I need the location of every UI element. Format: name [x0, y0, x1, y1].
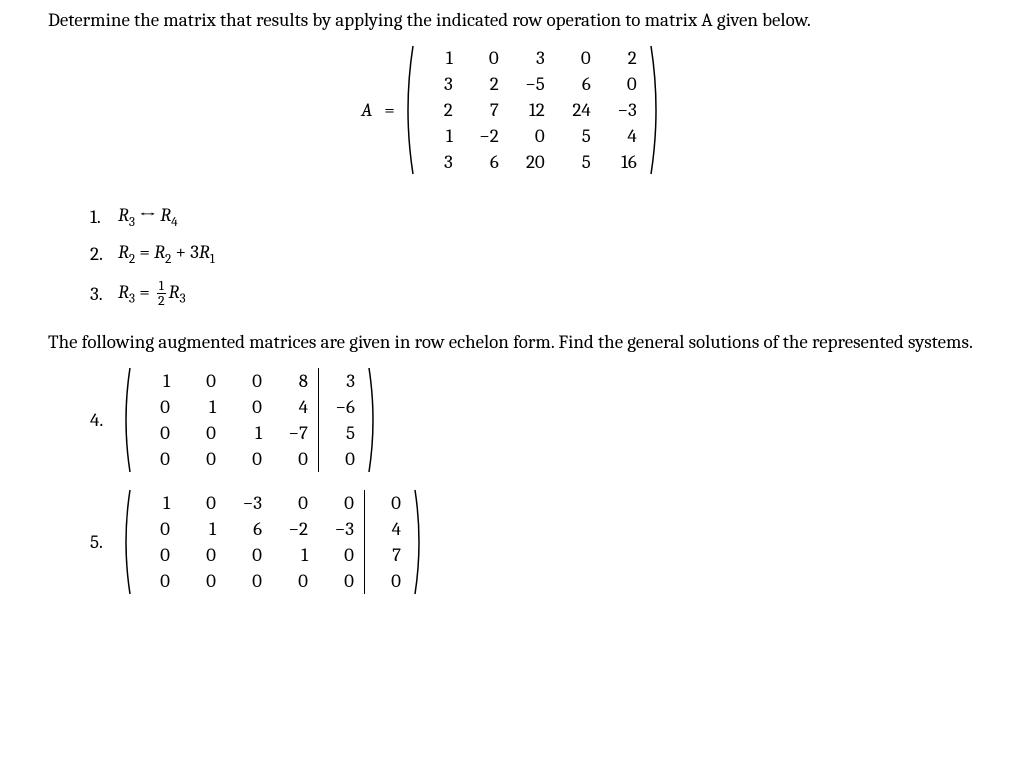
equals-sign: =: [384, 99, 395, 121]
row-op-3: 3. R3 = 12R3: [90, 279, 976, 308]
right-paren-icon: [413, 488, 425, 596]
prompt-augmented: The following augmented matrices are giv…: [48, 330, 976, 356]
prompt-row-op: Determine the matrix that results by app…: [48, 8, 976, 34]
left-paren-icon: [401, 44, 415, 176]
matrix-A-block: A = 10302 32−560 271224−3 1−2054 3620516: [48, 44, 976, 176]
left-paren-icon: [120, 366, 132, 474]
matrix-A-label: A: [361, 99, 372, 121]
row-op-list: 1. R3 ↔ R4 2. R2 = R2 + 3R1 3. R3 = 12R3: [90, 204, 976, 309]
row-op-1: 1. R3 ↔ R4: [90, 204, 976, 230]
matrix-q5: 10−3000 016−2−34 000107 000000: [134, 490, 411, 594]
right-paren-icon: [649, 44, 663, 176]
right-paren-icon: [367, 366, 379, 474]
matrix-A: 10302 32−560 271224−3 1−2054 3620516: [417, 45, 647, 175]
row-op-2: 2. R2 = R2 + 3R1: [90, 241, 976, 267]
matrix-q4: 10083 0104−6 001−75 00000: [134, 368, 365, 472]
question-5: 5. 10−3000 016−2−34 000107 000000: [90, 488, 976, 596]
question-4: 4. 10083 0104−6 001−75 00000: [90, 366, 976, 474]
left-paren-icon: [120, 488, 132, 596]
